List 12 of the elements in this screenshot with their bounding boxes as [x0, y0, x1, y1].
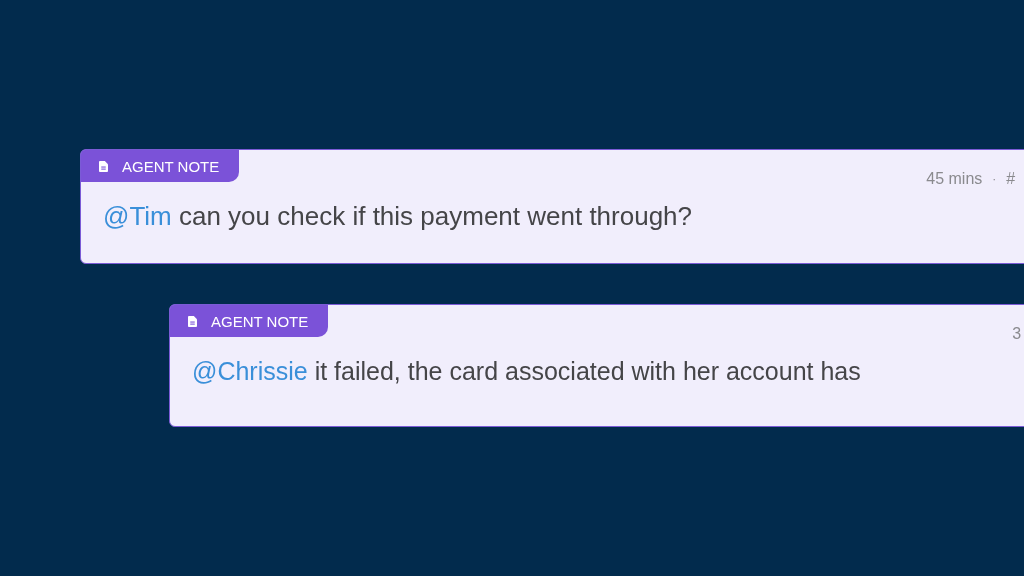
- document-icon: [99, 160, 108, 172]
- ticket-ref: #: [1006, 170, 1016, 189]
- document-icon: [188, 315, 197, 327]
- tag-label: AGENT NOTE: [211, 312, 309, 330]
- timestamp: 45 mins: [926, 170, 983, 189]
- mention-link[interactable]: @Tim: [103, 201, 172, 231]
- note-message: @Tim can you check if this payment went through?: [103, 201, 694, 232]
- note-message: @Chrissie it failed, the card associated with her account has: [192, 357, 862, 386]
- mention-link[interactable]: @Chrissie: [192, 357, 308, 385]
- separator: ·: [991, 171, 998, 188]
- timestamp: 3: [1012, 325, 1022, 343]
- tag-label: AGENT NOTE: [122, 157, 220, 175]
